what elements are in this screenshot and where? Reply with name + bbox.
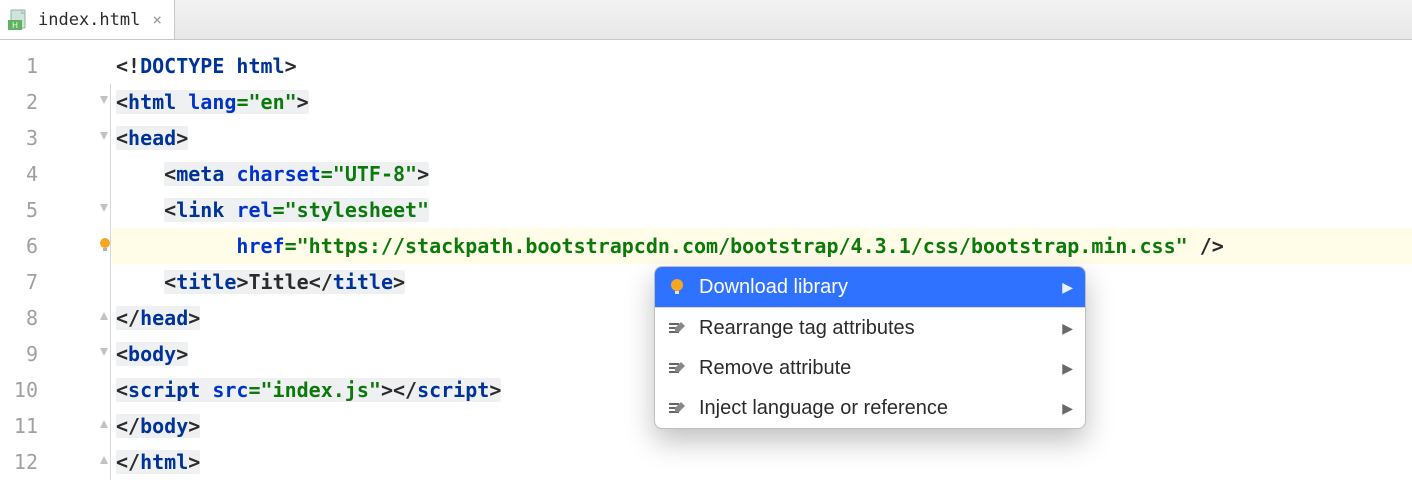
line-number: 2: [0, 84, 48, 120]
line-number: 12: [0, 444, 48, 480]
code-line[interactable]: <link rel="stylesheet": [112, 192, 1412, 228]
close-tab-icon[interactable]: ×: [152, 10, 162, 29]
line-number: 1: [0, 48, 48, 84]
line-number: 7: [0, 264, 48, 300]
submenu-arrow-icon: ▶: [1062, 360, 1073, 377]
fold-column: [48, 40, 112, 500]
intention-actions-menu: Download library ▶ Rearrange tag attribu…: [654, 266, 1086, 429]
edit-icon: [667, 398, 687, 418]
svg-text:H: H: [12, 21, 18, 30]
fold-toggle-icon[interactable]: [97, 126, 111, 150]
menu-item-download-library[interactable]: Download library ▶: [655, 267, 1085, 307]
fold-toggle-icon[interactable]: [97, 450, 111, 474]
line-number: 4: [0, 156, 48, 192]
line-number-gutter: 1 2 3 4 5 6 7 8 9 10 11 12: [0, 40, 48, 500]
code-line[interactable]: <!DOCTYPE html>: [112, 48, 1412, 84]
line-number: 3: [0, 120, 48, 156]
code-line-active[interactable]: href="https://stackpath.bootstrapcdn.com…: [112, 228, 1412, 264]
code-line[interactable]: <html lang="en">: [112, 84, 1412, 120]
menu-item-label: Inject language or reference: [699, 397, 948, 420]
submenu-arrow-icon: ▶: [1062, 400, 1073, 417]
line-number: 11: [0, 408, 48, 444]
html-file-icon: H: [8, 9, 30, 31]
submenu-arrow-icon: ▶: [1062, 320, 1073, 337]
bulb-icon: [667, 277, 687, 297]
menu-item-label: Rearrange tag attributes: [699, 317, 915, 340]
menu-item-inject-language[interactable]: Inject language or reference ▶: [655, 388, 1085, 428]
code-line[interactable]: <head>: [112, 120, 1412, 156]
menu-item-label: Remove attribute: [699, 357, 851, 380]
menu-item-remove-attribute[interactable]: Remove attribute ▶: [655, 348, 1085, 388]
tab-filename: index.html: [38, 10, 140, 30]
fold-toggle-icon[interactable]: [97, 306, 111, 330]
line-number: 8: [0, 300, 48, 336]
line-number: 6: [0, 228, 48, 264]
line-number: 5: [0, 192, 48, 228]
menu-item-rearrange-attributes[interactable]: Rearrange tag attributes ▶: [655, 308, 1085, 348]
code-line[interactable]: </html>: [112, 444, 1412, 480]
code-line[interactable]: <meta charset="UTF-8">: [112, 156, 1412, 192]
line-number: 9: [0, 336, 48, 372]
fold-toggle-icon[interactable]: [97, 90, 111, 114]
menu-item-label: Download library: [699, 276, 848, 299]
fold-toggle-icon[interactable]: [97, 198, 111, 222]
edit-icon: [667, 318, 687, 338]
edit-icon: [667, 358, 687, 378]
tab-bar: H index.html ×: [0, 0, 1412, 40]
fold-toggle-icon[interactable]: [97, 414, 111, 438]
fold-toggle-icon[interactable]: [97, 342, 111, 366]
submenu-arrow-icon: ▶: [1062, 279, 1073, 296]
line-number: 10: [0, 372, 48, 408]
file-tab[interactable]: H index.html ×: [0, 0, 175, 39]
